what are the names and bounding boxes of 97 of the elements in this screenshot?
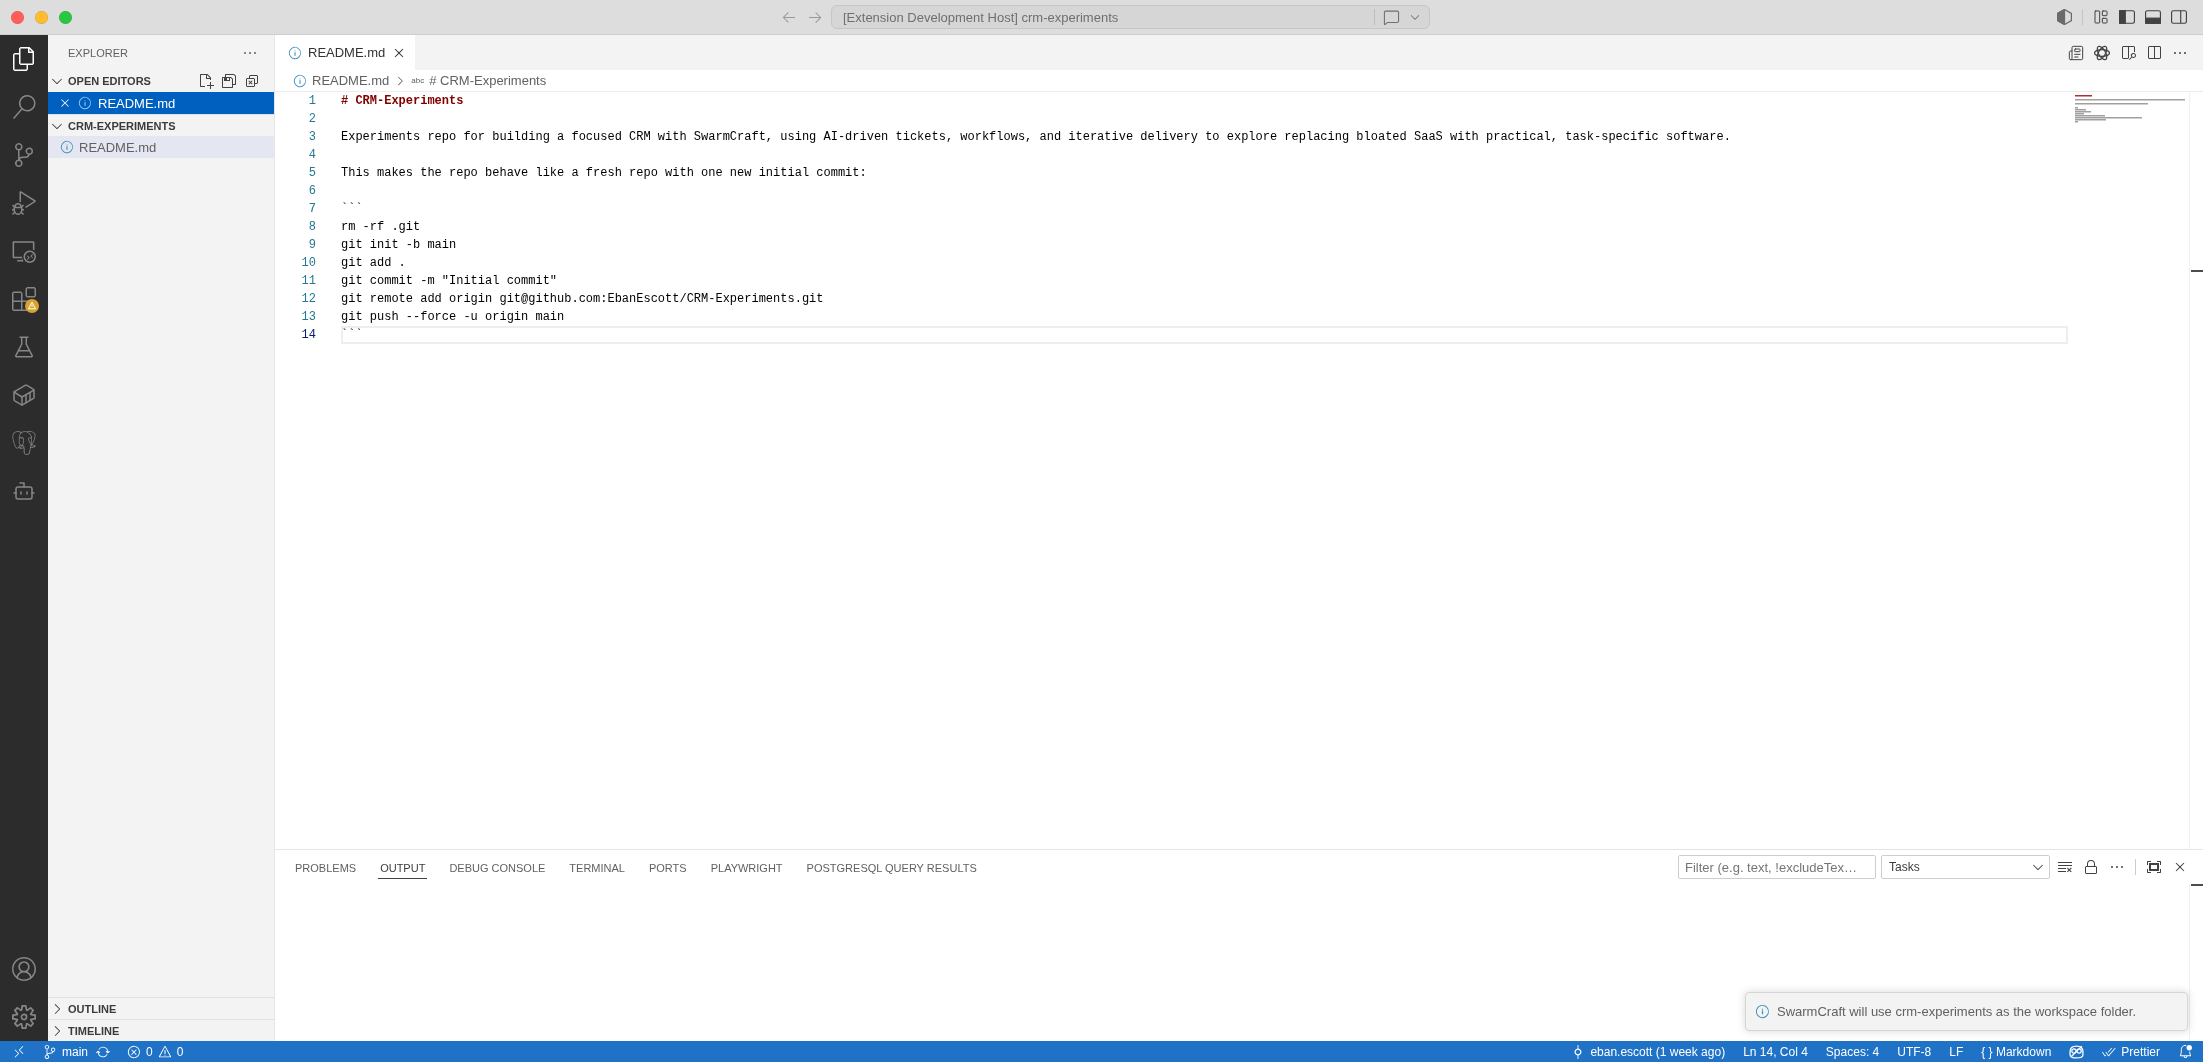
sidebar-title: EXPLORER	[68, 46, 128, 59]
line-number: 9	[307, 237, 316, 254]
warning-icon	[157, 1044, 172, 1059]
line-number: 3	[307, 129, 316, 146]
panel-tab[interactable]: PROBLEMS	[293, 858, 359, 879]
panel-toggle-icon[interactable]	[2145, 10, 2161, 24]
code-line: git init -b main	[341, 237, 457, 254]
editor-tab[interactable]: README.md	[275, 35, 415, 70]
command-center-field[interactable]: [Extension Development Host] crm-experiments	[831, 5, 1430, 29]
notification-message: SwarmCraft will use crm-experiments as the workspace folder.	[1777, 1004, 2137, 1019]
code-line: git push --force -u origin main	[341, 309, 565, 326]
panel-tab[interactable]: PORTS	[646, 858, 689, 879]
language-status[interactable]: { } Markdown	[1981, 1044, 2052, 1059]
robot-icon[interactable]	[12, 479, 36, 503]
goggles-face-icon[interactable]	[2069, 1044, 2085, 1059]
output-channel-dropdown[interactable]: Tasks	[1881, 855, 2050, 879]
info-icon	[78, 96, 92, 110]
section-title[interactable]: CRM-EXPERIMENTS	[68, 119, 260, 132]
info-icon	[60, 140, 74, 154]
settings-icon[interactable]	[12, 1005, 36, 1029]
indentation-status[interactable]: Spaces: 4	[1825, 1044, 1880, 1059]
line-number: 1	[307, 93, 316, 110]
blame-status[interactable]: eban.escott (1 week ago)	[1571, 1044, 1726, 1059]
info-icon	[288, 45, 302, 60]
line-ending-status[interactable]: LF	[1949, 1044, 1964, 1059]
lock-icon[interactable]	[2083, 859, 2099, 875]
line-number: 10	[300, 255, 316, 272]
newspaper-icon[interactable]	[2068, 44, 2084, 61]
cursor-position-status[interactable]: Ln 14, Col 4	[1743, 1044, 1808, 1059]
section-title[interactable]: OUTLINE	[68, 1002, 260, 1015]
code-line: git remote add origin git@github.com:EbanEscott/CRM-Experiments.git	[341, 291, 824, 308]
run-debug-icon[interactable]	[12, 191, 36, 215]
files-icon[interactable]	[12, 47, 36, 71]
search-icon[interactable]	[12, 95, 36, 119]
code-line: Experiments repo for building a focused CRM with SwarmCraft, using AI-driven tickets, workflows, and iterative delivery to explore replacing bloated SaaS with practical, task-specific software.	[341, 129, 1731, 146]
container-icon[interactable]	[12, 383, 36, 407]
split-editor-icon[interactable]	[2146, 44, 2162, 61]
code-line: git add .	[341, 255, 406, 272]
panel-tab[interactable]: OUTPUT	[378, 858, 428, 879]
problems-status[interactable]: 0 0	[127, 1044, 184, 1059]
code-line: ```	[341, 326, 2068, 344]
customize-layout-icon[interactable]	[2093, 9, 2109, 25]
code-line: # CRM-Experiments	[341, 93, 464, 110]
panel-tab[interactable]: POSTGRESQL QUERY RESULTS	[804, 858, 979, 879]
source-control-icon[interactable]	[12, 143, 36, 167]
secondary-sidebar-toggle-icon[interactable]	[2171, 10, 2187, 24]
error-icon	[127, 1044, 141, 1059]
scrollbar-marker	[2191, 884, 2203, 886]
line-number: 8	[307, 219, 316, 236]
code-line: git commit -m "Initial commit"	[341, 273, 558, 290]
scrollbar-marker	[2191, 270, 2203, 272]
line-number: 11	[300, 273, 316, 290]
line-number: 2	[307, 111, 316, 128]
maximize-icon[interactable]	[2146, 859, 2162, 875]
account-icon[interactable]	[12, 957, 36, 981]
section-title[interactable]: TIMELINE	[68, 1024, 260, 1037]
filter-field[interactable]: Filter (e.g. text, !excludeTex…	[1678, 855, 1876, 879]
encoding-status[interactable]: UTF-8	[1897, 1044, 1932, 1059]
file-item[interactable]: README.md	[48, 92, 274, 114]
close-window-icon[interactable]	[11, 10, 24, 24]
line-number: 5	[307, 165, 316, 182]
line-number: 7	[307, 201, 316, 218]
symbol-icon: abc	[411, 76, 425, 85]
info-icon	[1755, 1004, 1770, 1019]
line-number: 13	[300, 309, 316, 326]
sidebar-toggle-icon[interactable]	[2119, 10, 2135, 24]
file-item[interactable]: README.md	[48, 136, 274, 158]
line-number: 12	[300, 291, 316, 308]
flask-icon[interactable]	[12, 335, 36, 359]
panel-tab[interactable]: DEBUG CONSOLE	[447, 858, 548, 879]
remote-icon[interactable]	[12, 1044, 26, 1059]
code-line: rm -rf .git	[341, 219, 421, 236]
chat-icon[interactable]	[1383, 8, 1400, 26]
branch-status[interactable]: main	[43, 1044, 88, 1059]
line-number: 14	[300, 327, 316, 344]
elephant-icon[interactable]	[12, 431, 36, 455]
branch-icon	[43, 1044, 57, 1059]
preview-icon[interactable]	[2120, 44, 2136, 61]
remote-explorer-icon[interactable]	[12, 239, 36, 263]
breadcrumb-item[interactable]: abc # CRM-Experiments	[411, 73, 547, 88]
sync-icon[interactable]	[96, 1044, 110, 1059]
line-number: 4	[307, 147, 316, 164]
panel-tab[interactable]: TERMINAL	[567, 858, 627, 879]
breadcrumb-item[interactable]: README.md	[293, 73, 390, 88]
code-line: ```	[341, 201, 363, 218]
info-icon	[293, 73, 307, 88]
clear-output-icon[interactable]	[2057, 859, 2073, 875]
hexagon-icon[interactable]	[2057, 9, 2072, 25]
formatter-status[interactable]: Prettier	[2102, 1044, 2160, 1059]
atom-icon[interactable]	[2094, 44, 2110, 61]
new-file-icon[interactable]	[198, 73, 214, 89]
close-all-icon[interactable]	[244, 73, 260, 89]
line-number: 6	[307, 183, 316, 200]
section-title[interactable]: OPEN EDITORS	[68, 75, 195, 87]
save-all-icon[interactable]	[221, 73, 237, 89]
code-line: This makes the repo behave like a fresh repo with one new initial commit:	[341, 165, 867, 182]
panel-tab[interactable]: PLAYWRIGHT	[708, 858, 785, 879]
